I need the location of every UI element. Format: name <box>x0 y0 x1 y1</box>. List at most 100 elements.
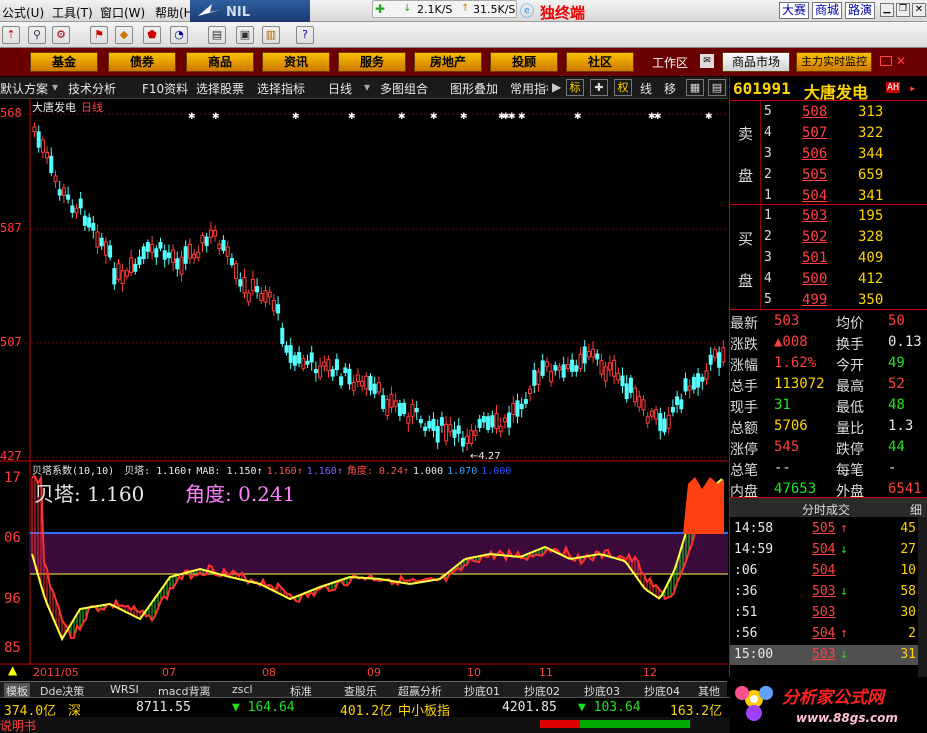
window-icon[interactable]: ▣ <box>236 26 254 44</box>
menu-window[interactable]: 窗口(W) <box>100 4 145 21</box>
tick-price: 504 <box>812 626 836 641</box>
candle <box>565 363 570 370</box>
arrow-up-icon[interactable]: ⇡ <box>2 26 20 44</box>
binoculars-icon[interactable]: ⚲ <box>28 26 46 44</box>
flag-icon[interactable]: ⚑ <box>90 26 108 44</box>
ticks-detail-tab[interactable]: 细 <box>910 501 922 518</box>
date-cursor-icon[interactable]: ▲ <box>8 663 17 677</box>
candle <box>78 198 83 209</box>
document-icon[interactable]: ▤ <box>208 26 226 44</box>
event-marker-icon[interactable]: ✱ <box>188 112 196 122</box>
event-marker-icon[interactable]: ✱ <box>398 112 406 122</box>
market-button[interactable]: 商品市场 <box>722 52 790 72</box>
event-marker-icon[interactable]: ✱ <box>430 112 438 122</box>
event-marker-icon[interactable]: ✱ <box>212 112 220 122</box>
book-lvl: 4 <box>764 125 772 140</box>
event-marker-icon[interactable]: ✱ <box>508 112 516 122</box>
help-pointer-icon[interactable]: ? <box>296 26 314 44</box>
tb-select-stock[interactable]: 选择股票 <box>196 80 244 97</box>
cat-realestate[interactable]: 房地产 <box>414 52 482 72</box>
contest-button[interactable]: 大赛 <box>779 2 809 19</box>
book-price[interactable]: 501 <box>802 250 827 266</box>
shield-icon[interactable]: ⬟ <box>143 26 161 44</box>
event-marker-icon[interactable]: ✱ <box>348 112 356 122</box>
tb-line[interactable]: 线 <box>640 80 652 97</box>
tb-move[interactable]: 移 <box>664 80 676 97</box>
book-price[interactable]: 502 <box>802 229 827 245</box>
template-tab[interactable]: WRSI <box>110 683 139 696</box>
book-price[interactable]: 504 <box>802 188 827 204</box>
cat-community[interactable]: 社区 <box>566 52 634 72</box>
tb-f10[interactable]: F10资料 <box>142 80 188 97</box>
event-marker-icon[interactable]: ✱ <box>518 112 526 122</box>
cat-advisor[interactable]: 投顾 <box>490 52 558 72</box>
tb-rights[interactable]: 权 <box>614 79 632 96</box>
book-price[interactable]: 500 <box>802 271 827 287</box>
mall-button[interactable]: 商城 <box>812 2 842 19</box>
crosshair-icon[interactable]: ✚ <box>590 79 608 96</box>
tick-time: :51 <box>734 605 758 620</box>
candle <box>322 361 327 367</box>
workspace-label[interactable]: 工作区 <box>652 54 688 71</box>
book-price[interactable]: 503 <box>802 208 827 224</box>
arrow-icon[interactable]: ▸ <box>909 81 916 95</box>
roadshow-button[interactable]: 路演 <box>845 2 875 19</box>
cat-service[interactable]: 服务 <box>338 52 406 72</box>
event-marker-icon[interactable]: ✱ <box>574 112 582 122</box>
tb-tech-analysis[interactable]: 技术分析 <box>68 80 116 97</box>
tb-daily[interactable]: 日线 <box>328 80 352 97</box>
minimize-icon[interactable]: ▁ <box>880 3 894 17</box>
candle <box>448 424 453 433</box>
event-marker-icon[interactable]: ✱ <box>705 112 713 122</box>
ticks-title[interactable]: 分时成交 <box>802 501 850 518</box>
ticks-scrollbar[interactable] <box>918 517 927 677</box>
kline-chart[interactable]: ✱ ✱ ✱ ✱ ✱ ✱ ✱ ✱✱✱ ✱ ✱ ✱✱ ✱ <box>0 99 728 681</box>
event-marker-icon[interactable]: ✱ <box>292 112 300 122</box>
book-price[interactable]: 507 <box>802 125 827 141</box>
layout-icon[interactable]: ▤ <box>708 79 726 96</box>
dropdown-icon[interactable]: ▾ <box>52 80 58 94</box>
chart-icon[interactable]: ◔ <box>170 26 188 44</box>
books-icon[interactable]: ▥ <box>262 26 280 44</box>
template-tab[interactable]: zscl <box>232 683 253 696</box>
monitor-button[interactable]: 主力实时监控 <box>796 52 872 72</box>
tb-mark[interactable]: 标 <box>566 79 584 96</box>
cat-news[interactable]: 资讯 <box>262 52 330 72</box>
menu-tools[interactable]: 工具(T) <box>52 4 93 21</box>
manual-link[interactable]: 说明书 <box>0 717 36 733</box>
quote-value: 545 <box>774 439 800 455</box>
tb-common-indicators[interactable]: 常用指标 <box>510 80 548 97</box>
candle <box>133 263 138 272</box>
ah-badge[interactable]: AH <box>886 82 901 93</box>
play-icon[interactable]: ▶ <box>552 80 561 94</box>
tb-scheme[interactable]: 默认方案 <box>0 80 48 97</box>
tick-volume: 45 <box>900 521 916 536</box>
mail-icon[interactable]: ✉ <box>700 54 714 68</box>
book-price[interactable]: 506 <box>802 146 827 162</box>
quote-label: 总手 <box>730 379 758 395</box>
tb-select-indicator[interactable]: 选择指标 <box>257 80 305 97</box>
event-marker-icon[interactable]: ✱ <box>654 112 662 122</box>
book-price[interactable]: 505 <box>802 167 827 183</box>
candle <box>334 359 339 371</box>
book-price[interactable]: 499 <box>802 292 827 308</box>
tb-overlay[interactable]: 图形叠加 <box>450 80 498 97</box>
dropdown-icon[interactable]: ▾ <box>364 80 370 94</box>
cat-commodity[interactable]: 商品 <box>186 52 254 72</box>
beta-tick-06: 06 <box>4 530 21 546</box>
panel-restore-icon[interactable] <box>880 56 892 66</box>
close-icon[interactable]: ✕ <box>912 3 926 17</box>
panel-close-icon[interactable]: ✕ <box>896 54 906 68</box>
cat-fund[interactable]: 基金 <box>30 52 98 72</box>
tb-multi-chart[interactable]: 多图组合 <box>380 80 428 97</box>
candle <box>292 355 297 366</box>
cat-bond[interactable]: 债券 <box>108 52 176 72</box>
book-price[interactable]: 508 <box>802 104 827 120</box>
menu-formula[interactable]: 公式(U) <box>2 4 44 21</box>
grid-icon[interactable]: ▦ <box>686 79 704 96</box>
price-tick-568: 568 <box>0 106 22 120</box>
diamond-icon[interactable]: ◆ <box>115 26 133 44</box>
gear-icon[interactable]: ⚙ <box>52 26 70 44</box>
event-marker-icon[interactable]: ✱ <box>460 112 468 122</box>
restore-icon[interactable]: ❐ <box>896 3 910 17</box>
